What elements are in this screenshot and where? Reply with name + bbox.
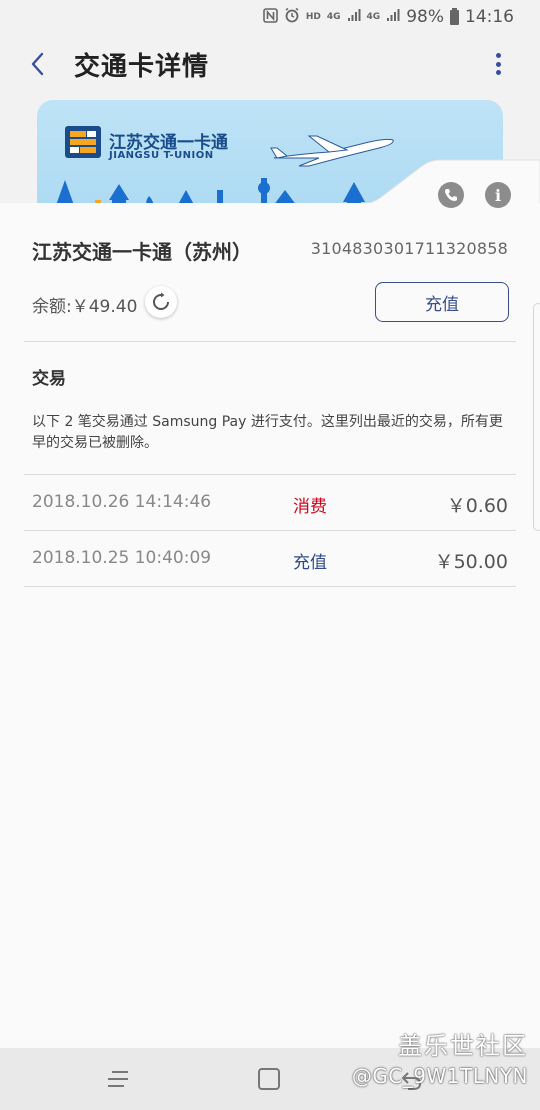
recharge-button[interactable]: 充值	[375, 282, 509, 322]
refresh-icon	[153, 292, 169, 310]
call-button[interactable]	[438, 182, 464, 208]
transaction-type: 充值	[293, 553, 327, 573]
transaction-date: 2018.10.26 14:14:46	[32, 492, 212, 512]
signal-icon-2	[386, 8, 400, 26]
page-title: 交通卡详情	[74, 52, 210, 82]
transaction-date: 2018.10.25 10:40:09	[32, 548, 212, 568]
back-arrow-icon	[31, 52, 44, 76]
card-title: 江苏交通一卡通（苏州）	[32, 240, 252, 264]
info-icon: i	[494, 185, 502, 205]
alarm-icon	[284, 7, 300, 27]
edge-panel-handle[interactable]	[533, 303, 540, 531]
transactions-section-title: 交易	[32, 369, 66, 389]
divider	[24, 341, 516, 342]
hd-indicator: HD	[305, 12, 321, 22]
nfc-icon	[263, 7, 278, 27]
divider	[24, 474, 516, 475]
sheet-body	[0, 203, 540, 1048]
phone-icon	[445, 189, 457, 201]
clock: 14:16	[465, 7, 514, 27]
transaction-amount: ￥50.00	[434, 551, 508, 573]
transaction-type: 消费	[293, 497, 327, 517]
status-bar: HD 4G 4G 98% 14:16	[0, 0, 540, 34]
refresh-balance-button[interactable]	[145, 286, 177, 318]
transaction-amount: ￥0.60	[446, 495, 508, 517]
battery-percent: 98%	[406, 7, 444, 27]
battery-icon	[450, 7, 459, 25]
jiangsu-tunion-logo	[65, 126, 101, 158]
app-bar: 交通卡详情	[0, 34, 540, 94]
back-button[interactable]	[24, 50, 52, 78]
watermark-user: @GC_9W1TLNYN	[351, 1064, 528, 1088]
divider	[24, 586, 516, 587]
more-vertical-icon	[495, 53, 501, 58]
home-button[interactable]	[258, 1068, 280, 1090]
recent-apps-icon[interactable]	[106, 1068, 130, 1090]
more-options-button[interactable]	[486, 50, 510, 78]
network-indicator-1: 4G	[326, 12, 341, 22]
balance-label: 余额:￥49.40	[32, 297, 138, 317]
divider	[24, 530, 516, 531]
transactions-note: 以下 2 笔交易通过 Samsung Pay 进行支付。这里列出最近的交易，所有…	[32, 414, 503, 451]
watermark-brand: 盖乐世社区	[398, 1032, 528, 1060]
info-button[interactable]: i	[485, 182, 511, 208]
signal-icon	[347, 8, 361, 26]
card-number: 3104830301711320858	[310, 239, 508, 258]
network-indicator-2: 4G	[366, 12, 381, 22]
